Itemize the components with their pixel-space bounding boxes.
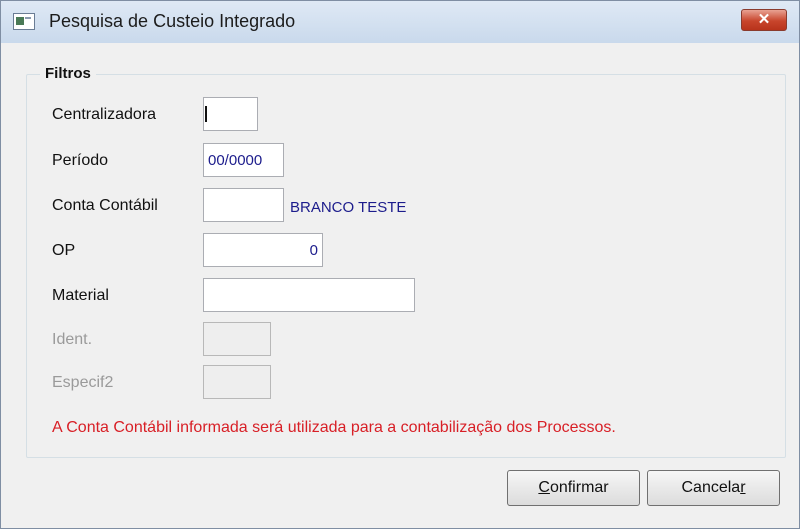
filters-groupbox [26, 74, 786, 458]
especif2-label: Especif2 [52, 374, 114, 391]
warning-message: A Conta Contábil informada será utilizad… [52, 419, 616, 436]
confirm-mnemonic: C [538, 479, 550, 496]
material-label: Material [52, 287, 109, 304]
title-bar[interactable]: Pesquisa de Custeio Integrado ✕ [1, 1, 799, 43]
text-caret [205, 106, 207, 122]
conta-contabil-input[interactable] [203, 188, 284, 222]
periodo-label: Período [52, 152, 109, 169]
filters-legend: Filtros [40, 65, 96, 82]
op-input[interactable] [203, 233, 323, 267]
close-icon: ✕ [757, 11, 771, 28]
close-button[interactable]: ✕ [741, 9, 787, 31]
confirm-label: onfirmar [549, 479, 609, 496]
conta-contabil-description: BRANCO TESTE [290, 199, 407, 216]
cancel-label: Cancela [681, 479, 741, 496]
ident-label: Ident. [52, 331, 93, 348]
confirm-button[interactable]: Confirmar [507, 470, 640, 506]
cancel-button[interactable]: Cancelar [647, 470, 780, 506]
ident-input [203, 322, 271, 356]
centralizadora-input[interactable] [203, 97, 258, 131]
dialog-body: Filtros Centralizadora Período Conta Con… [10, 43, 792, 520]
cancel-mnemonic: r [740, 479, 746, 496]
dialog-window: Pesquisa de Custeio Integrado ✕ Filtros … [0, 0, 800, 529]
material-input[interactable] [203, 278, 415, 312]
periodo-input[interactable] [203, 143, 284, 177]
op-label: OP [52, 242, 76, 259]
conta-contabil-label: Conta Contábil [52, 197, 158, 214]
app-icon [13, 13, 35, 30]
centralizadora-label: Centralizadora [52, 106, 157, 123]
especif2-input [203, 365, 271, 399]
window-title: Pesquisa de Custeio Integrado [49, 11, 296, 31]
